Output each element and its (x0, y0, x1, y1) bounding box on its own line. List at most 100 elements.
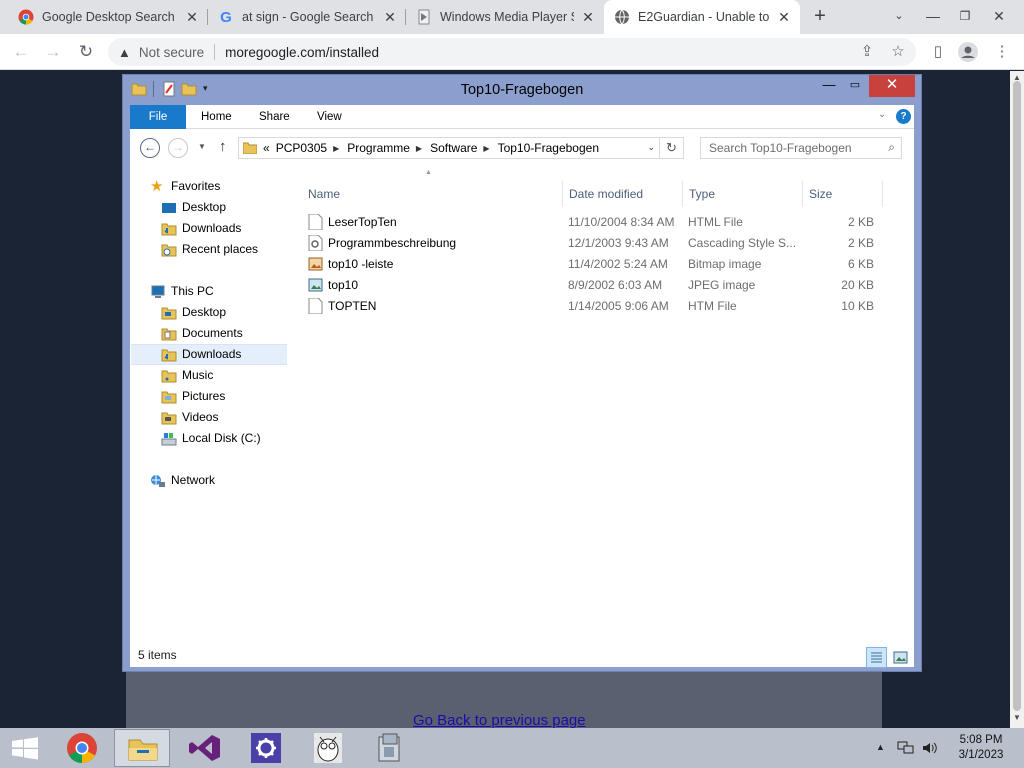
restore-button[interactable]: ❐ (948, 0, 982, 34)
network-tray-icon[interactable] (897, 740, 915, 759)
explorer-close-button[interactable]: ✕ (869, 75, 915, 97)
column-divider[interactable] (562, 181, 563, 207)
taskbar-chrome[interactable] (54, 729, 110, 767)
nav-pc-documents[interactable]: Documents (161, 323, 243, 344)
breadcrumb-programme[interactable]: Programme (347, 141, 410, 155)
start-button[interactable] (0, 728, 50, 768)
nav-pc-pictures[interactable]: Pictures (161, 386, 225, 407)
close-tab-icon[interactable]: ✕ (580, 9, 596, 26)
browser-tab-1[interactable]: Google Desktop Search P ✕ (8, 0, 208, 34)
menu-dots-icon[interactable]: ⋮ (992, 42, 1012, 62)
breadcrumb-arrow-icon[interactable]: ▶ (416, 144, 422, 153)
expand-ribbon-icon[interactable]: ⌄ (878, 109, 886, 120)
back-button[interactable]: ← (8, 40, 34, 64)
file-row[interactable]: top10 8/9/2002 6:03 AM JPEG image 20 KB (298, 275, 914, 296)
help-icon[interactable]: ? (896, 109, 911, 124)
nav-pc-local-disk[interactable]: Local Disk (C:) (161, 428, 261, 449)
close-window-button[interactable]: ✕ (982, 0, 1016, 34)
scroll-down-arrow[interactable]: ▼ (1010, 713, 1024, 722)
breadcrumb-pcp0305[interactable]: PCP0305 (276, 141, 327, 155)
system-clock[interactable]: 5:08 PM 3/1/2023 (952, 733, 1010, 763)
refresh-icon[interactable]: ↻ (659, 138, 683, 158)
column-header-name[interactable]: Name (308, 181, 340, 207)
browser-tab-4[interactable]: E2Guardian - Unable to l ✕ (604, 0, 800, 34)
tab-search-icon[interactable]: ⌄ (882, 0, 916, 34)
desktop-icon (162, 202, 176, 213)
breadcrumb-software[interactable]: Software (430, 141, 477, 155)
forward-button[interactable]: → (40, 40, 66, 64)
tab-view[interactable]: View (317, 105, 342, 129)
owl-app-icon (314, 733, 342, 763)
back-arrow-icon[interactable]: ← (140, 138, 160, 158)
tab-home[interactable]: Home (201, 105, 232, 129)
minimize-button[interactable]: — (916, 0, 950, 34)
forward-arrow-icon[interactable]: → (168, 138, 188, 158)
nav-this-pc[interactable]: This PC (150, 281, 214, 302)
file-row[interactable]: TOPTEN 1/14/2005 9:06 AM HTM File 10 KB (298, 296, 914, 317)
documents-folder-icon (161, 328, 177, 340)
file-row[interactable]: top10 -leiste 11/4/2002 5:24 AM Bitmap i… (298, 254, 914, 275)
column-divider[interactable] (802, 181, 803, 207)
file-row[interactable]: Programmbeschreibung 12/1/2003 9:43 AM C… (298, 233, 914, 254)
nav-favorites[interactable]: ★ Favorites (150, 176, 220, 197)
close-tab-icon[interactable]: ✕ (382, 9, 398, 26)
url-text[interactable]: moregoogle.com/installed (225, 45, 379, 60)
overflow-chevron[interactable]: « (263, 141, 270, 155)
column-divider[interactable] (882, 181, 883, 207)
nav-fav-downloads[interactable]: Downloads (161, 218, 241, 239)
address-breadcrumb[interactable]: « PCP0305 ▶ Programme ▶ Software ▶ Top10… (238, 137, 684, 159)
recent-locations-icon[interactable]: ▼ (198, 142, 206, 151)
browser-tab-2[interactable]: G at sign - Google Search ✕ (208, 0, 406, 34)
bookmark-star-icon[interactable]: ☆ (888, 42, 908, 62)
nav-pc-videos[interactable]: Videos (161, 407, 218, 428)
search-box[interactable]: Search Top10-Fragebogen ⌕ (700, 137, 902, 159)
profile-avatar-icon[interactable] (958, 42, 978, 62)
taskbar-file-explorer[interactable] (114, 729, 170, 767)
nav-fav-recent-places[interactable]: Recent places (161, 239, 258, 260)
close-tab-icon[interactable]: ✕ (184, 9, 200, 26)
file-row[interactable]: LeserTopTen 11/10/2004 8:34 AM HTML File… (298, 212, 914, 233)
security-label[interactable]: Not secure (139, 45, 204, 60)
installer-icon (378, 733, 400, 762)
nav-pc-desktop[interactable]: Desktop (161, 302, 226, 323)
nav-fav-desktop[interactable]: Desktop (161, 197, 226, 218)
breadcrumb-arrow-icon[interactable]: ▶ (483, 144, 489, 153)
address-bar[interactable]: ▲ Not secure moregoogle.com/installed (108, 38, 916, 66)
tab-share[interactable]: Share (259, 105, 290, 129)
browser-tab-3[interactable]: Windows Media Player S ✕ (406, 0, 604, 34)
column-header-size[interactable]: Size (809, 181, 832, 207)
taskbar-settings[interactable] (238, 729, 294, 767)
column-header-date[interactable]: Date modified (569, 181, 643, 207)
file-explorer-icon (128, 739, 158, 761)
tab-file[interactable]: File (130, 105, 186, 129)
reload-button[interactable]: ↻ (73, 40, 99, 64)
explorer-minimize-button[interactable]: — (817, 75, 841, 97)
show-hidden-icons-icon[interactable]: ▲ (876, 742, 885, 752)
sort-ascending-icon: ▲ (425, 169, 432, 176)
taskbar-installer[interactable] (362, 729, 418, 767)
page-scrollbar[interactable]: ▲ ▼ (1010, 71, 1024, 728)
taskbar-owl-app[interactable] (300, 729, 356, 767)
breadcrumb-arrow-icon[interactable]: ▶ (333, 144, 339, 153)
close-tab-icon[interactable]: ✕ (776, 9, 792, 26)
taskbar-visual-studio[interactable] (176, 729, 232, 767)
go-back-link[interactable]: Go Back to previous page (413, 712, 586, 729)
nav-network[interactable]: Network (150, 470, 215, 491)
explorer-maximize-button[interactable]: ▭ (843, 75, 867, 97)
side-panel-icon[interactable]: ▯ (928, 42, 948, 62)
volume-icon[interactable] (921, 740, 939, 759)
up-arrow-icon[interactable]: ↑ (219, 138, 227, 155)
new-tab-button[interactable]: + (808, 5, 832, 29)
nav-pc-music[interactable]: Music (161, 365, 213, 386)
nav-pc-downloads[interactable]: Downloads (131, 344, 287, 365)
details-view-button[interactable] (866, 647, 887, 668)
address-dropdown-icon[interactable]: ⌄ (647, 142, 655, 153)
share-icon[interactable]: ⇪ (857, 42, 877, 62)
large-icons-view-button[interactable] (890, 647, 911, 668)
column-divider[interactable] (682, 181, 683, 207)
scroll-thumb[interactable] (1013, 81, 1021, 711)
warning-icon[interactable]: ▲ (118, 45, 131, 60)
column-header-type[interactable]: Type (689, 181, 715, 207)
search-icon[interactable]: ⌕ (888, 140, 895, 155)
breadcrumb-top10-fragebogen[interactable]: Top10-Fragebogen (498, 141, 599, 155)
